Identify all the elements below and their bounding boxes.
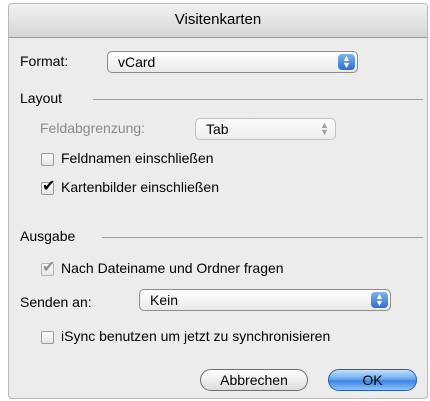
- cancel-button[interactable]: Abbrechen: [200, 369, 308, 391]
- checkmark-icon: ✔: [42, 259, 56, 276]
- title-bar: Visitenkarten: [9, 4, 427, 38]
- include-field-names-label[interactable]: Feldnamen einschließen: [61, 150, 214, 166]
- include-field-names-checkbox[interactable]: [41, 153, 54, 166]
- field-delimiter-popup[interactable]: Tab ▲ ▼: [195, 118, 336, 140]
- popup-stepper-icon: ▲ ▼: [338, 54, 355, 70]
- format-value: vCard: [118, 54, 156, 70]
- layout-heading: Layout: [20, 90, 63, 106]
- format-label: Format:: [20, 53, 69, 69]
- ask-filename-label[interactable]: Nach Dateiname und Ordner fragen: [61, 260, 284, 276]
- window-title: Visitenkarten: [174, 11, 262, 28]
- checkmark-icon: ✔: [42, 178, 56, 195]
- popup-stepper-icon: ▲ ▼: [320, 120, 329, 137]
- output-divider: [102, 237, 423, 238]
- format-popup[interactable]: vCard ▲ ▼: [107, 51, 358, 73]
- send-to-popup[interactable]: Kein ▲ ▼: [139, 289, 391, 311]
- send-to-value: Kein: [150, 292, 179, 308]
- include-card-images-label[interactable]: Kartenbilder einschließen: [61, 179, 219, 195]
- field-delimiter-value: Tab: [206, 121, 229, 137]
- export-dialog: Visitenkarten Format: vCard ▲ ▼ Layout Fe…: [8, 3, 428, 399]
- ok-button[interactable]: OK: [328, 369, 417, 391]
- send-to-label: Senden an:: [20, 294, 92, 310]
- include-card-images-checkbox[interactable]: ✔: [41, 178, 55, 195]
- isync-label[interactable]: iSync benutzen um jetzt zu synchronisier…: [61, 328, 330, 344]
- layout-divider: [93, 99, 423, 100]
- isync-checkbox[interactable]: [41, 331, 54, 344]
- popup-stepper-icon: ▲ ▼: [371, 292, 388, 308]
- field-delimiter-label: Feldabgrenzung:: [40, 120, 146, 136]
- ask-filename-checkbox[interactable]: ✔: [41, 259, 55, 276]
- output-heading: Ausgabe: [20, 228, 76, 244]
